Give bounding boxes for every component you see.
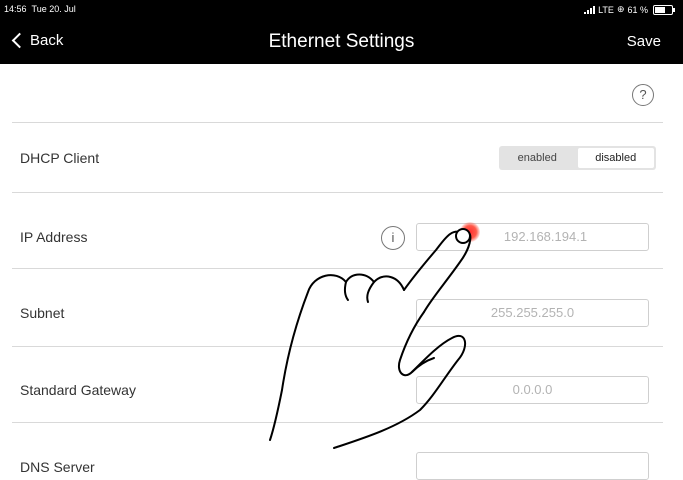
pointing-hand-icon <box>269 228 472 449</box>
